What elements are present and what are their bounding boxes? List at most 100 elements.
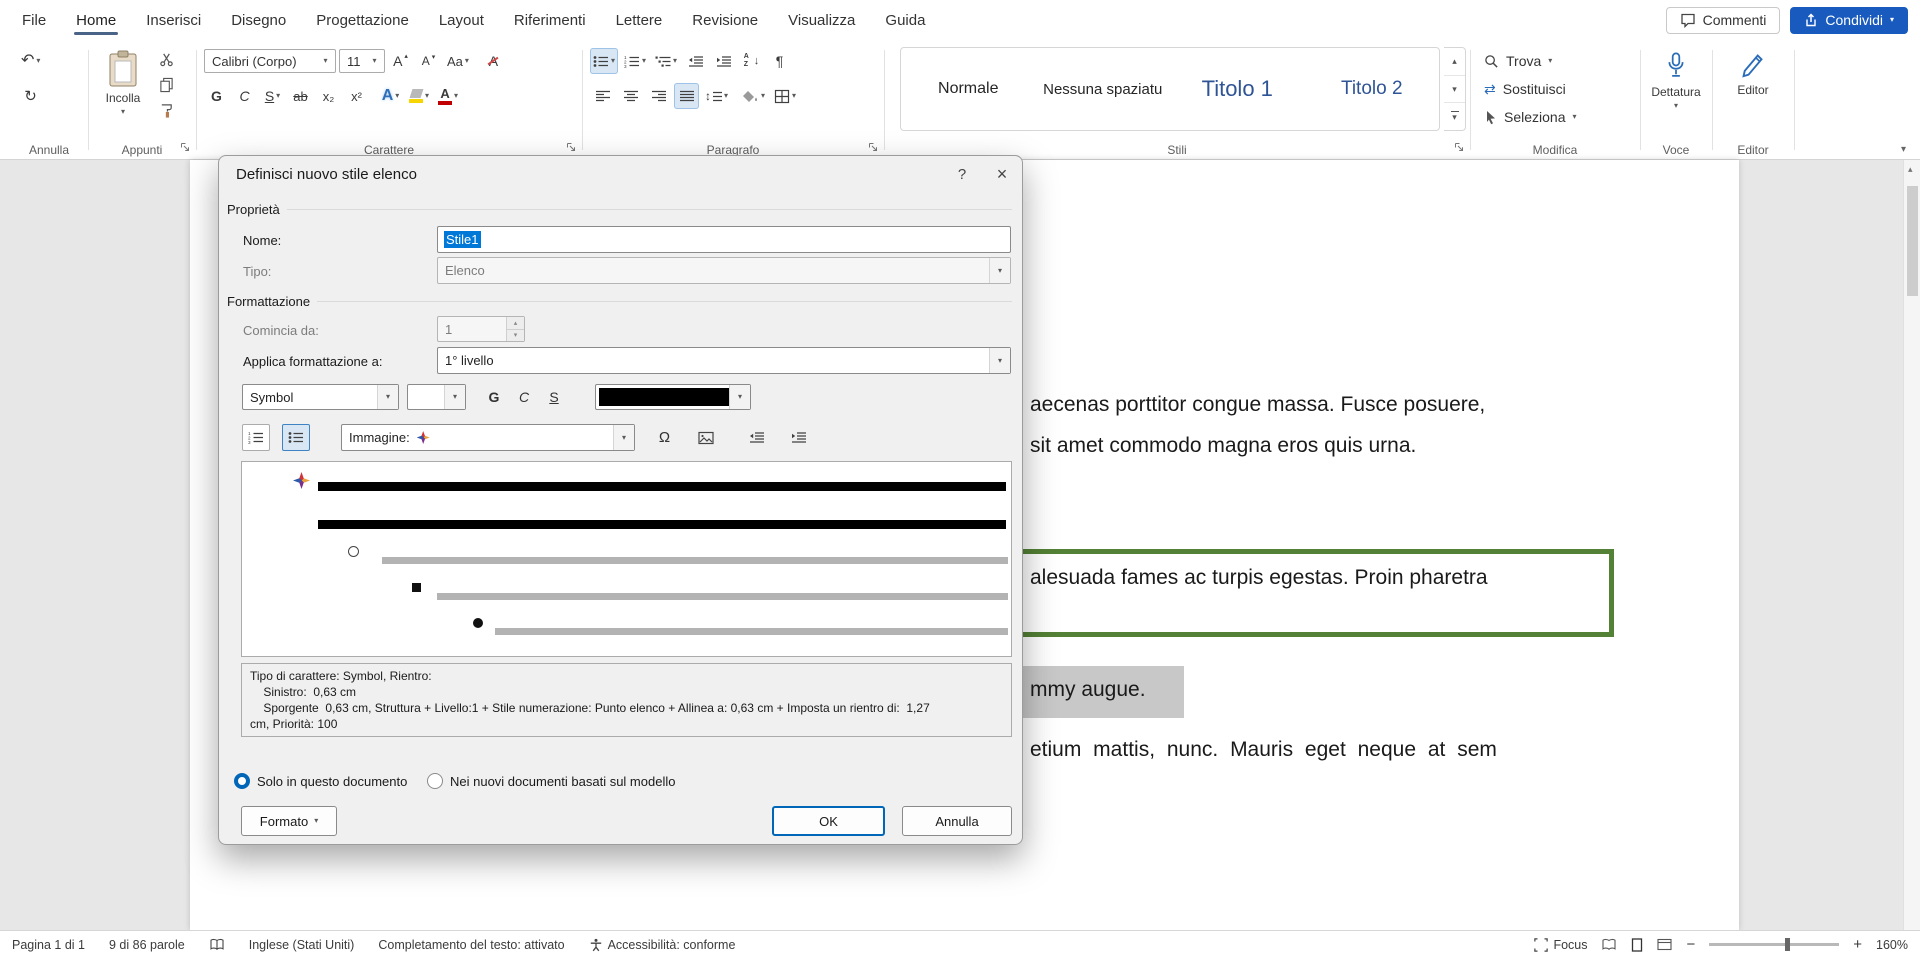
tab-revisione[interactable]: Revisione bbox=[690, 4, 760, 37]
numbering-button[interactable]: 123▾ bbox=[621, 48, 649, 74]
font-color-button[interactable]: A▾ bbox=[435, 83, 461, 109]
font-size-select[interactable]: 11▾ bbox=[339, 49, 385, 73]
zoom-in-button[interactable]: + bbox=[1853, 936, 1862, 953]
only-this-document-label[interactable]: Solo in questo documento bbox=[257, 774, 407, 789]
bullets-button[interactable]: ▾ bbox=[590, 48, 618, 74]
change-case-button[interactable]: Aa▾ bbox=[444, 48, 472, 74]
tab-riferimenti[interactable]: Riferimenti bbox=[512, 4, 588, 37]
styles-scroll-down[interactable]: ▾ bbox=[1444, 76, 1465, 104]
sort-button[interactable]: AZ↓ bbox=[739, 48, 764, 74]
grow-font-button[interactable]: A▴ bbox=[388, 48, 413, 74]
zoom-out-button[interactable]: − bbox=[1686, 936, 1695, 953]
dialog-bullets-button[interactable] bbox=[282, 424, 310, 451]
paragraph-dialog-launcher[interactable] bbox=[867, 141, 880, 154]
dialog-decrease-indent-button[interactable] bbox=[743, 424, 771, 451]
tab-progettazione[interactable]: Progettazione bbox=[314, 4, 411, 37]
paste-button[interactable]: Incolla ▾ bbox=[96, 45, 150, 135]
dialog-italic-button[interactable]: C bbox=[511, 384, 537, 410]
styles-gallery-more[interactable]: ▾ bbox=[1444, 103, 1465, 130]
undo-button[interactable]: ↶▾ bbox=[18, 48, 43, 74]
dialog-bold-button[interactable]: G bbox=[481, 384, 507, 410]
share-button[interactable]: Condividi ▾ bbox=[1790, 7, 1908, 34]
bullet-color-select[interactable]: ▾ bbox=[595, 384, 751, 410]
clear-formatting-button[interactable]: A bbox=[481, 48, 506, 74]
style-normale[interactable]: Normale bbox=[901, 48, 1036, 130]
dictate-button[interactable]: Dettatura ▾ bbox=[1649, 45, 1703, 135]
apply-to-select[interactable]: 1° livello ▾ bbox=[437, 347, 1011, 374]
zoom-level[interactable]: 160% bbox=[1876, 938, 1908, 952]
language-indicator[interactable]: Inglese (Stati Uniti) bbox=[249, 938, 355, 952]
subscript-button[interactable]: x₂ bbox=[316, 83, 341, 109]
symbol-button[interactable]: Ω bbox=[651, 424, 678, 451]
document-text-line[interactable]: aecenas porttitor congue massa. Fusce po… bbox=[1030, 393, 1485, 417]
tab-visualizza[interactable]: Visualizza bbox=[786, 4, 857, 37]
align-left-button[interactable] bbox=[590, 83, 615, 109]
print-layout-button[interactable] bbox=[1631, 938, 1643, 952]
strikethrough-button[interactable]: ab bbox=[288, 83, 313, 109]
font-name-select[interactable]: Calibri (Corpo)▾ bbox=[204, 49, 336, 73]
dialog-help-button[interactable]: ? bbox=[942, 156, 982, 192]
justify-button[interactable] bbox=[674, 83, 699, 109]
borders-button[interactable]: ▾ bbox=[771, 83, 799, 109]
insert-picture-button[interactable] bbox=[692, 424, 719, 451]
zoom-slider-thumb[interactable] bbox=[1785, 938, 1790, 951]
find-button[interactable]: Trova ▾ bbox=[1478, 48, 1552, 74]
collapse-ribbon-button[interactable]: ▾ bbox=[1901, 144, 1906, 155]
vertical-scrollbar[interactable]: ▴ bbox=[1903, 160, 1920, 930]
dialog-underline-button[interactable]: S bbox=[541, 384, 567, 410]
page-indicator[interactable]: Pagina 1 di 1 bbox=[12, 938, 85, 952]
word-count[interactable]: 9 di 86 parole bbox=[109, 938, 185, 952]
bullet-size-select[interactable]: ▾ bbox=[407, 384, 466, 410]
font-dialog-launcher[interactable] bbox=[565, 141, 578, 154]
multilevel-list-button[interactable]: ▾ bbox=[652, 48, 680, 74]
superscript-button[interactable]: x² bbox=[344, 83, 369, 109]
replace-button[interactable]: ⇄ Sostituisci bbox=[1478, 76, 1566, 102]
dialog-close-button[interactable]: × bbox=[982, 156, 1022, 192]
document-text-boxed-line[interactable]: alesuada fames ac turpis egestas. Proin … bbox=[1030, 566, 1488, 590]
styles-scroll-up[interactable]: ▴ bbox=[1444, 48, 1465, 76]
format-painter-button[interactable] bbox=[154, 100, 179, 122]
decrease-indent-button[interactable] bbox=[683, 48, 708, 74]
dialog-numbering-button[interactable]: 123 bbox=[242, 424, 270, 451]
dialog-increase-indent-button[interactable] bbox=[785, 424, 813, 451]
style-nessuna-spaziatura[interactable]: Nessuna spaziatu bbox=[1036, 48, 1171, 130]
web-layout-button[interactable] bbox=[1657, 938, 1672, 951]
tab-home[interactable]: Home bbox=[74, 4, 118, 37]
image-bullet-select[interactable]: Immagine: ▾ bbox=[341, 424, 635, 451]
proofing-status[interactable] bbox=[209, 938, 225, 951]
only-this-document-radio[interactable] bbox=[234, 773, 250, 789]
bullet-font-select[interactable]: Symbol ▾ bbox=[242, 384, 399, 410]
text-effects-button[interactable]: A▾ bbox=[378, 83, 403, 109]
italic-button[interactable]: C bbox=[232, 83, 257, 109]
align-right-button[interactable] bbox=[646, 83, 671, 109]
bold-button[interactable]: G bbox=[204, 83, 229, 109]
document-text-line[interactable]: sit amet commodo magna eros quis urna. bbox=[1030, 434, 1416, 458]
format-button[interactable]: Formato▾ bbox=[241, 806, 337, 836]
document-text-highlighted[interactable]: mmy augue. bbox=[1030, 678, 1146, 702]
text-completion-indicator[interactable]: Completamento del testo: attivato bbox=[378, 938, 564, 952]
highlight-button[interactable]: ▾ bbox=[406, 83, 432, 109]
document-text-line[interactable]: etium mattis, nunc. Mauris eget neque at… bbox=[1030, 738, 1497, 762]
shrink-font-button[interactable]: A▾ bbox=[416, 48, 441, 74]
styles-dialog-launcher[interactable] bbox=[1453, 141, 1466, 154]
scroll-up-icon[interactable]: ▴ bbox=[1908, 164, 1913, 175]
tab-disegno[interactable]: Disegno bbox=[229, 4, 288, 37]
tab-guida[interactable]: Guida bbox=[883, 4, 927, 37]
new-documents-radio[interactable] bbox=[427, 773, 443, 789]
comments-button[interactable]: Commenti bbox=[1666, 7, 1781, 34]
zoom-slider[interactable] bbox=[1709, 943, 1839, 946]
accessibility-status[interactable]: Accessibilità: conforme bbox=[589, 938, 736, 952]
style-titolo-1[interactable]: Titolo 1 bbox=[1170, 48, 1305, 130]
select-button[interactable]: Seleziona ▾ bbox=[1478, 104, 1577, 130]
scrollbar-thumb[interactable] bbox=[1907, 186, 1918, 296]
cancel-button[interactable]: Annulla bbox=[902, 806, 1012, 836]
line-spacing-button[interactable]: ↕▾ bbox=[702, 83, 731, 109]
shading-button[interactable]: ▾ bbox=[740, 83, 768, 109]
tab-file[interactable]: File bbox=[20, 4, 48, 37]
style-titolo-2[interactable]: Titolo 2 bbox=[1305, 48, 1440, 130]
increase-indent-button[interactable] bbox=[711, 48, 736, 74]
name-input[interactable]: Stile1 bbox=[437, 226, 1011, 253]
redo-button[interactable]: ↻ bbox=[18, 83, 43, 109]
tab-lettere[interactable]: Lettere bbox=[614, 4, 665, 37]
cut-button[interactable] bbox=[154, 48, 179, 70]
